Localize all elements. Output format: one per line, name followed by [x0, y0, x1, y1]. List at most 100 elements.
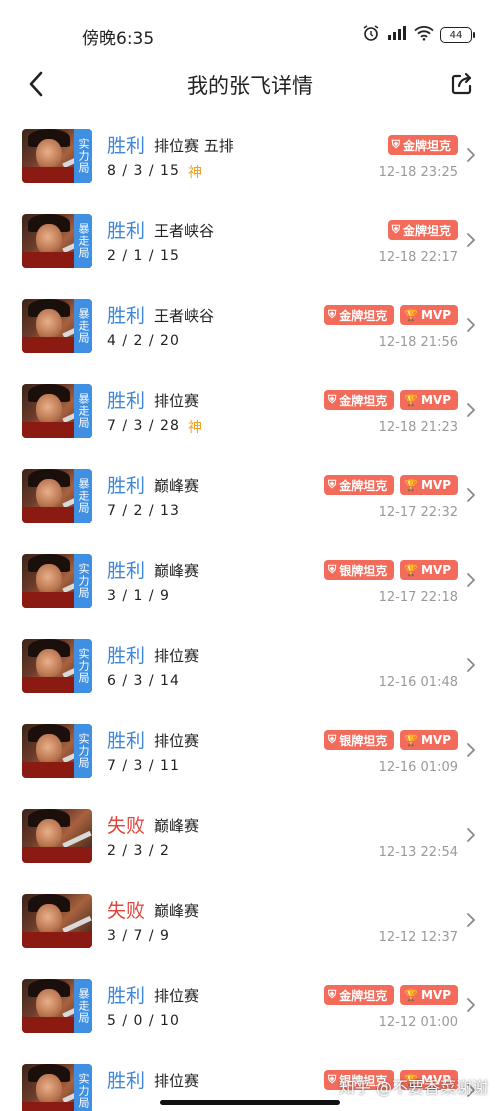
match-time: 12-12 01:00: [378, 1015, 458, 1030]
match-mode: 巅峰赛: [154, 817, 200, 835]
chevron-right-icon: [464, 910, 478, 930]
hero-avatar: [22, 809, 92, 863]
match-result: 失败: [107, 900, 146, 922]
tank-badge: ⛨ 金牌坦克: [324, 985, 395, 1005]
trophy-icon: 🏆: [404, 988, 418, 1002]
chevron-left-icon: [29, 71, 43, 97]
trophy-icon: 🏆: [404, 733, 418, 747]
hero-avatar: 暴走局: [22, 299, 92, 353]
match-row[interactable]: 暴走局 胜利 排位赛 5 / 0 / 10 ⛨ 金牌坦克 🏆 MVP 12-12…: [0, 965, 500, 1050]
match-kda: 5 / 0 / 10: [107, 1013, 180, 1029]
chevron-right-icon: [464, 655, 478, 675]
mvp-badge: 🏆 MVP: [400, 305, 458, 325]
match-mode: 巅峰赛: [154, 477, 200, 495]
shield-icon: ⛨: [391, 223, 400, 236]
match-mode: 排位赛: [154, 647, 200, 665]
match-result: 胜利: [107, 645, 146, 667]
trophy-icon: 🏆: [404, 308, 418, 322]
match-time: 12-16 01:48: [378, 675, 458, 690]
match-tag: 暴走局: [74, 979, 92, 1033]
chevron-right-icon: [464, 485, 478, 505]
match-tag: 实力局: [74, 724, 92, 778]
match-row[interactable]: 实力局 胜利 排位赛 7 / 3 / 11 ⛨ 银牌坦克 🏆 MVP 12-16…: [0, 710, 500, 795]
match-kda: 8 / 3 / 15: [107, 163, 180, 179]
match-time: 12-17 22:18: [378, 590, 458, 605]
shield-icon: ⛨: [391, 138, 400, 151]
match-kda: 6 / 3 / 14: [107, 673, 180, 689]
match-row[interactable]: 实力局 胜利 排位赛 6 / 3 / 14 12-16 01:48: [0, 625, 500, 710]
match-result: 胜利: [107, 1070, 146, 1092]
hero-avatar: 实力局: [22, 1064, 92, 1111]
badge-group: ⛨ 金牌坦克 🏆 MVP: [324, 475, 458, 495]
tank-badge: ⛨ 金牌坦克: [387, 220, 458, 240]
mvp-badge: 🏆 MVP: [400, 560, 458, 580]
mvp-badge: 🏆 MVP: [400, 985, 458, 1005]
match-row[interactable]: 实力局 胜利 排位赛 五排 8 / 3 / 15 神 ⛨ 金牌坦克 12-18 …: [0, 115, 500, 200]
match-result: 胜利: [107, 305, 146, 327]
hero-avatar: 暴走局: [22, 469, 92, 523]
status-icons: 44: [362, 24, 475, 46]
tank-badge: ⛨ 金牌坦克: [324, 475, 395, 495]
god-rating: 神: [188, 165, 202, 181]
match-time: 12-12 12:37: [378, 930, 458, 945]
match-tag: 实力局: [74, 1064, 92, 1111]
chevron-right-icon: [464, 740, 478, 760]
hero-avatar: 实力局: [22, 724, 92, 778]
match-kda: 4 / 2 / 20: [107, 333, 180, 349]
back-button[interactable]: [18, 66, 54, 102]
match-row[interactable]: 暴走局 胜利 王者峡谷 2 / 1 / 15 ⛨ 金牌坦克 12-18 22:1…: [0, 200, 500, 285]
match-row[interactable]: 失败 巅峰赛 2 / 3 / 2 12-13 22:54: [0, 795, 500, 880]
watermark: 知乎 @不要香菜谢谢: [338, 1078, 488, 1097]
match-row[interactable]: 暴走局 胜利 王者峡谷 4 / 2 / 20 ⛨ 金牌坦克 🏆 MVP 12-1…: [0, 285, 500, 370]
match-result: 胜利: [107, 560, 146, 582]
home-indicator[interactable]: [160, 1100, 340, 1105]
match-time: 12-18 21:56: [378, 335, 458, 350]
match-result: 胜利: [107, 475, 146, 497]
match-result: 失败: [107, 815, 146, 837]
hero-avatar: 实力局: [22, 639, 92, 693]
match-kda: 2 / 1 / 15: [107, 248, 180, 264]
chevron-right-icon: [464, 570, 478, 590]
hero-avatar: 实力局: [22, 129, 92, 183]
wifi-icon: [414, 25, 434, 45]
match-result: 胜利: [107, 985, 146, 1007]
match-time: 12-17 22:32: [378, 505, 458, 520]
match-mode: 巅峰赛: [154, 562, 200, 580]
match-mode: 排位赛 五排: [154, 137, 234, 155]
battery-icon: 44: [440, 27, 475, 43]
chevron-right-icon: [464, 825, 478, 845]
match-time: 12-18 23:25: [378, 165, 458, 180]
hero-avatar: 实力局: [22, 554, 92, 608]
badge-label: 金牌坦克: [339, 393, 388, 408]
signal-icon: [386, 25, 408, 45]
match-kda: 7 / 3 / 11: [107, 758, 180, 774]
hero-avatar: [22, 894, 92, 948]
tank-badge: ⛨ 金牌坦克: [387, 135, 458, 155]
match-result: 胜利: [107, 220, 146, 242]
badge-group: ⛨ 金牌坦克: [387, 220, 458, 240]
match-row[interactable]: 实力局 胜利 巅峰赛 3 / 1 / 9 ⛨ 银牌坦克 🏆 MVP 12-17 …: [0, 540, 500, 625]
match-kda: 7 / 2 / 13: [107, 503, 180, 519]
badge-label: MVP: [420, 563, 451, 577]
match-tag: 暴走局: [74, 469, 92, 523]
badge-label: 金牌坦克: [339, 988, 388, 1003]
match-mode: 排位赛: [154, 732, 200, 750]
match-result: 胜利: [107, 730, 146, 752]
shield-icon: ⛨: [328, 733, 337, 746]
match-time: 12-16 01:09: [378, 760, 458, 775]
battery-level: 44: [449, 29, 463, 41]
shield-icon: ⛨: [328, 563, 337, 576]
match-kda: 3 / 7 / 9: [107, 928, 170, 944]
badge-group: ⛨ 金牌坦克 🏆 MVP: [324, 305, 458, 325]
badge-group: ⛨ 金牌坦克: [387, 135, 458, 155]
match-tag: 暴走局: [74, 299, 92, 353]
share-button[interactable]: [444, 66, 480, 102]
match-row[interactable]: 暴走局 胜利 巅峰赛 7 / 2 / 13 ⛨ 金牌坦克 🏆 MVP 12-17…: [0, 455, 500, 540]
hero-portrait: [22, 809, 92, 863]
match-tag: 暴走局: [74, 214, 92, 268]
match-mode: 排位赛: [154, 987, 200, 1005]
match-row[interactable]: 失败 巅峰赛 3 / 7 / 9 12-12 12:37: [0, 880, 500, 965]
match-row[interactable]: 暴走局 胜利 排位赛 7 / 3 / 28 神 ⛨ 金牌坦克 🏆 MVP 12-…: [0, 370, 500, 455]
tank-badge: ⛨ 银牌坦克: [324, 560, 395, 580]
match-kda: 2 / 3 / 2: [107, 843, 170, 859]
